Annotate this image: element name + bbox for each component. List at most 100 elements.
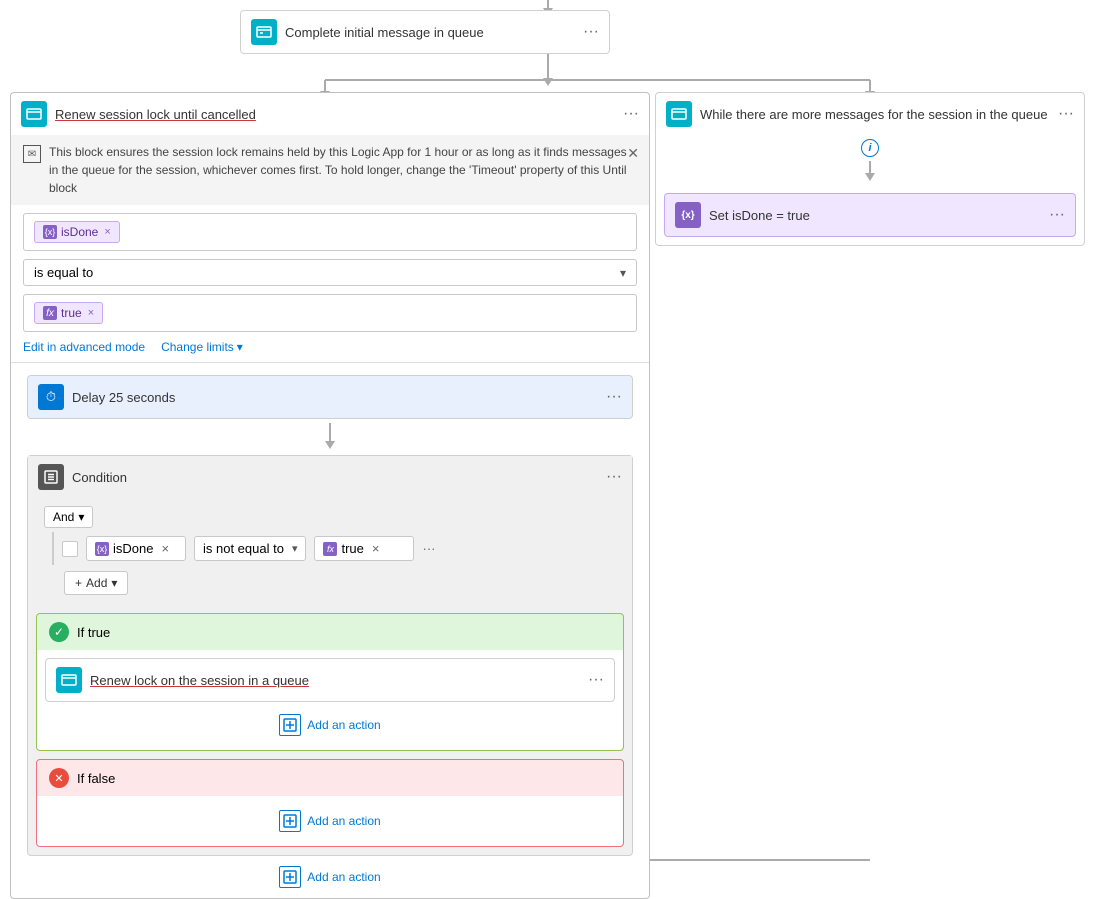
set-is-done-icon: {x} <box>675 202 701 228</box>
is-equal-to-select[interactable]: is equal to ▾ <box>23 259 637 286</box>
delay-icon: ⏱ <box>38 384 64 410</box>
set-is-done-more[interactable]: ··· <box>1049 206 1065 224</box>
if-true-container: ✓ If true <box>36 613 624 751</box>
change-limits-chevron: ▾ <box>237 340 243 354</box>
complete-initial-message-block: Complete initial message in queue ··· <box>240 10 610 54</box>
set-is-done-title: Set isDone = true <box>709 208 1041 223</box>
edit-advanced-link[interactable]: Edit in advanced mode <box>23 340 145 354</box>
condition-checkbox[interactable] <box>62 541 78 557</box>
and-section: And ▾ {x} isDone × is not equal <box>28 498 632 605</box>
condition-var-icon: {x} <box>95 542 109 556</box>
delay-header[interactable]: ⏱ Delay 25 seconds ··· <box>28 376 632 418</box>
while-header[interactable]: While there are more messages for the se… <box>656 93 1084 135</box>
is-done-tag[interactable]: {x} isDone × <box>34 221 120 243</box>
condition-block: Condition ··· And ▾ {x} is <box>27 455 633 856</box>
if-true-add-action-btn[interactable]: Add an action <box>45 708 615 742</box>
condition-icon <box>38 464 64 490</box>
if-false-icon: ✕ <box>49 768 69 788</box>
if-true-header: ✓ If true <box>37 614 623 650</box>
renew-lock-title: Renew lock on the session in a queue <box>90 673 580 688</box>
condition-dots[interactable]: ··· <box>422 541 435 556</box>
until-links: Edit in advanced mode Change limits ▾ <box>23 340 637 354</box>
while-info-row: i <box>656 135 1084 159</box>
set-is-done-block: {x} Set isDone = true ··· <box>664 193 1076 237</box>
while-arrow <box>656 159 1084 185</box>
info-close-button[interactable]: ✕ <box>627 143 639 164</box>
if-true-branch: ✓ If true <box>36 613 624 751</box>
until-header[interactable]: Renew session lock until cancelled ··· <box>11 93 649 135</box>
if-false-add-action-label-1: Add an action <box>307 814 380 828</box>
true-tag[interactable]: fx true × <box>34 302 103 324</box>
change-limits-link[interactable]: Change limits ▾ <box>161 340 243 354</box>
until-title: Renew session lock until cancelled <box>55 107 615 122</box>
add-chevron: ▾ <box>111 576 117 590</box>
while-block: While there are more messages for the se… <box>655 92 1085 246</box>
is-equal-to-label: is equal to <box>34 265 93 280</box>
complete-block-icon <box>251 19 277 45</box>
is-equal-to-chevron: ▾ <box>620 266 626 280</box>
true-tag-icon: fx <box>43 306 57 320</box>
renew-lock-header[interactable]: Renew lock on the session in a queue ··· <box>46 659 614 701</box>
condition-true-remove[interactable]: × <box>372 541 380 556</box>
if-false-container: ✕ If false <box>36 759 624 847</box>
while-icon <box>666 101 692 127</box>
condition-row-outer: {x} isDone × is not equal to ▾ fx true × <box>52 532 624 565</box>
while-more[interactable]: ··· <box>1058 105 1074 123</box>
complete-block-more[interactable]: ··· <box>583 23 599 41</box>
and-dropdown[interactable]: And ▾ <box>44 506 93 528</box>
is-done-label: isDone <box>61 225 98 239</box>
while-block-inner: While there are more messages for the se… <box>655 92 1085 246</box>
until-bottom-add-action-label: Add an action <box>307 870 380 884</box>
if-true-add-action-label: Add an action <box>307 718 380 732</box>
info-banner: ✉ This block ensures the session lock re… <box>11 135 649 205</box>
if-false-branch: ✕ If false <box>36 759 624 847</box>
condition-true-input[interactable]: fx true × <box>314 536 414 561</box>
add-plus: + <box>75 576 82 590</box>
if-true-label: If true <box>77 625 110 640</box>
add-label: Add <box>86 576 107 590</box>
if-true-icon: ✓ <box>49 622 69 642</box>
condition-is-done-input[interactable]: {x} isDone × <box>86 536 186 561</box>
set-is-done-header[interactable]: {x} Set isDone = true ··· <box>665 194 1075 236</box>
until-block: Renew session lock until cancelled ··· ✉… <box>10 92 650 899</box>
inner-arrow <box>19 419 641 455</box>
condition-header[interactable]: Condition ··· <box>28 456 632 498</box>
complete-block-header[interactable]: Complete initial message in queue ··· <box>241 11 609 53</box>
delay-title: Delay 25 seconds <box>72 390 598 405</box>
condition-operator-chevron: ▾ <box>292 542 298 555</box>
delay-more[interactable]: ··· <box>606 388 622 406</box>
renew-lock-more[interactable]: ··· <box>588 671 604 689</box>
message-icon: ✉ <box>23 145 41 163</box>
complete-block-title: Complete initial message in queue <box>285 25 575 40</box>
until-icon <box>21 101 47 127</box>
if-true-add-action-icon <box>279 714 301 736</box>
condition-more[interactable]: ··· <box>606 468 622 486</box>
true-input-row[interactable]: fx true × <box>23 294 637 332</box>
until-bottom-add-action-btn[interactable]: Add an action <box>19 860 641 894</box>
while-info-icon[interactable]: i <box>861 139 879 157</box>
true-label: true <box>61 306 82 320</box>
if-true-body: Renew lock on the session in a queue ··· <box>37 650 623 750</box>
until-more[interactable]: ··· <box>623 105 639 123</box>
condition-is-done-label: isDone <box>113 541 153 556</box>
is-done-remove[interactable]: × <box>104 226 110 238</box>
true-remove[interactable]: × <box>88 307 94 319</box>
condition-true-label: true <box>341 541 363 556</box>
is-done-input-row[interactable]: {x} isDone × <box>23 213 637 251</box>
until-inner: ⏱ Delay 25 seconds ··· <box>11 371 649 898</box>
if-false-label: If false <box>77 771 115 786</box>
condition-operator-label: is not equal to <box>203 541 284 556</box>
and-label: And <box>53 510 74 524</box>
delay-block: ⏱ Delay 25 seconds ··· <box>27 375 633 419</box>
condition-operator-select[interactable]: is not equal to ▾ <box>194 536 306 561</box>
info-banner-text: This block ensures the session lock rema… <box>49 143 637 197</box>
if-false-body: Add an action <box>37 796 623 846</box>
until-bottom-add-action-icon <box>279 866 301 888</box>
is-done-tag-icon: {x} <box>43 225 57 239</box>
add-condition-button[interactable]: + Add ▾ <box>64 571 128 595</box>
renew-lock-block: Renew lock on the session in a queue ··· <box>45 658 615 702</box>
if-false-add-action-btn-1[interactable]: Add an action <box>45 804 615 838</box>
condition-is-done-remove[interactable]: × <box>161 541 169 556</box>
if-false-header: ✕ If false <box>37 760 623 796</box>
and-chevron: ▾ <box>78 510 84 524</box>
